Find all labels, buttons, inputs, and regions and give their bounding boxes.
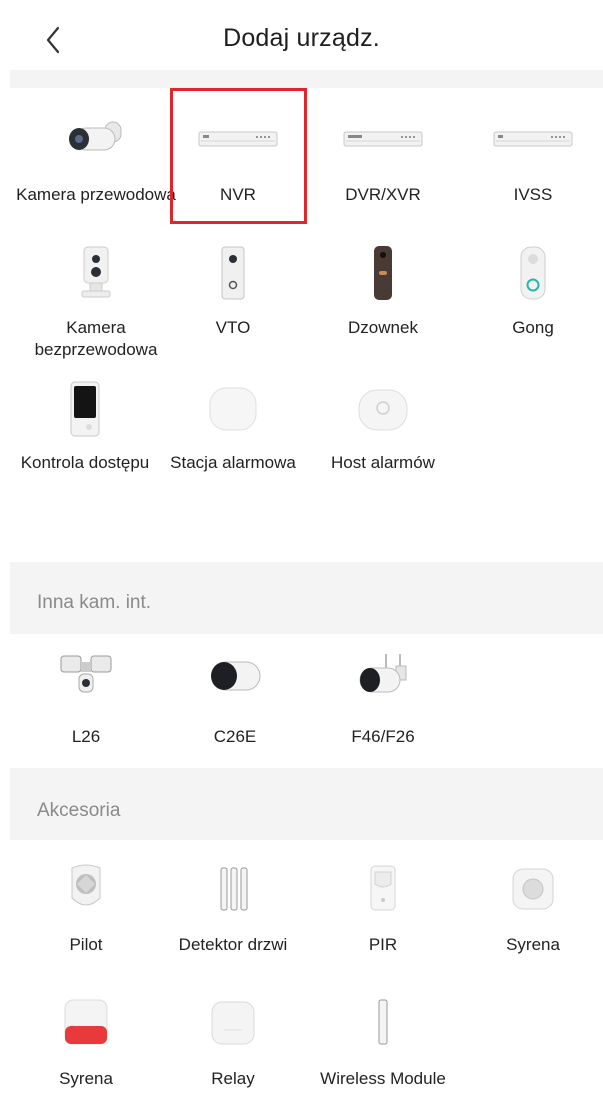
device-label: DVR/XVR	[345, 185, 421, 204]
device-pilot[interactable]: Pilot	[11, 862, 161, 962]
device-label: L26	[71, 727, 101, 746]
device-kontrola-dostepu[interactable]: Kontrola dostępu	[10, 380, 160, 490]
device-syrena-2[interactable]: Syrena	[11, 998, 161, 1095]
mini-bullet-camera-icon	[211, 661, 261, 691]
device-detektor-drzwi[interactable]: Detektor drzwi	[158, 862, 308, 962]
device-syrena[interactable]: Syrena	[458, 862, 603, 962]
device-wireless-module[interactable]: Wireless Module	[308, 998, 458, 1095]
device-vto[interactable]: VTO	[158, 245, 308, 365]
device-label: Kontrola dostępu	[20, 453, 150, 472]
device-label: C26E	[213, 727, 257, 746]
device-stacja-alarmowa[interactable]: Stacja alarmowa	[158, 380, 308, 490]
doorbell-icon	[374, 246, 392, 300]
device-label: VTO	[215, 318, 251, 337]
device-pir[interactable]: PIR	[308, 862, 458, 962]
siren-icon	[512, 868, 554, 910]
relay-icon	[211, 1001, 255, 1045]
floodlight-camera-icon	[60, 655, 112, 693]
door-sensor-icon	[220, 867, 248, 911]
antenna-bullet-camera-icon	[359, 654, 407, 693]
device-ivss[interactable]: IVSS	[458, 110, 603, 230]
device-label: Stacja alarmowa	[170, 453, 296, 472]
device-dvr-xvr[interactable]: DVR/XVR	[308, 110, 458, 230]
header: Dodaj urządz.	[0, 0, 603, 70]
device-label: Syrena	[59, 1069, 113, 1088]
device-label: PIR	[368, 935, 398, 954]
wireless-module-icon	[378, 999, 388, 1045]
ivss-recorder-icon	[493, 131, 573, 147]
page-title: Dodaj urządz.	[223, 24, 380, 52]
device-label: Relay	[211, 1069, 255, 1088]
outdoor-siren-icon	[64, 999, 108, 1045]
device-label: Wireless Module	[320, 1069, 446, 1088]
device-label: Dzownek	[348, 318, 418, 337]
section-title: Akcesoria	[37, 800, 121, 821]
device-kamera-przewodowa[interactable]: Kamera przewodowa	[16, 110, 176, 230]
device-f46-f26[interactable]: F46/F26	[308, 652, 458, 752]
section-title: Inna kam. int.	[37, 592, 152, 613]
device-label: IVSS	[513, 185, 553, 204]
section-header-inna-kam: Inna kam. int.	[10, 562, 603, 634]
bullet-camera-icon	[69, 121, 122, 151]
device-label: Gong	[512, 318, 554, 337]
device-label: Pilot	[69, 935, 103, 954]
device-kamera-bezprzewodowa[interactable]: Kamera bezprzewodowa	[21, 245, 171, 365]
selection-highlight	[170, 88, 307, 224]
device-host-alarmow[interactable]: Host alarmów	[308, 380, 458, 490]
chime-icon	[520, 246, 546, 300]
section-divider	[10, 70, 603, 88]
device-label: Host alarmów	[331, 453, 435, 472]
device-dzwonek[interactable]: Dzownek	[308, 245, 458, 365]
device-l26[interactable]: L26	[11, 652, 161, 752]
alarm-station-icon	[209, 387, 257, 431]
section-header-akcesoria: Akcesoria	[10, 768, 603, 840]
access-control-icon	[70, 381, 100, 437]
device-label: Detektor drzwi	[178, 935, 288, 954]
device-label: Syrena	[506, 935, 560, 954]
alarm-host-icon	[358, 389, 408, 431]
device-relay[interactable]: Relay	[158, 998, 308, 1095]
wireless-camera-icon	[81, 246, 111, 298]
pir-sensor-icon	[370, 865, 396, 911]
vto-intercom-icon	[221, 246, 245, 300]
device-gong[interactable]: Gong	[458, 245, 603, 365]
remote-keyfob-icon	[71, 864, 101, 906]
device-c26e[interactable]: C26E	[160, 652, 310, 752]
dvr-recorder-icon	[343, 131, 423, 147]
device-label: F46/F26	[351, 727, 415, 746]
